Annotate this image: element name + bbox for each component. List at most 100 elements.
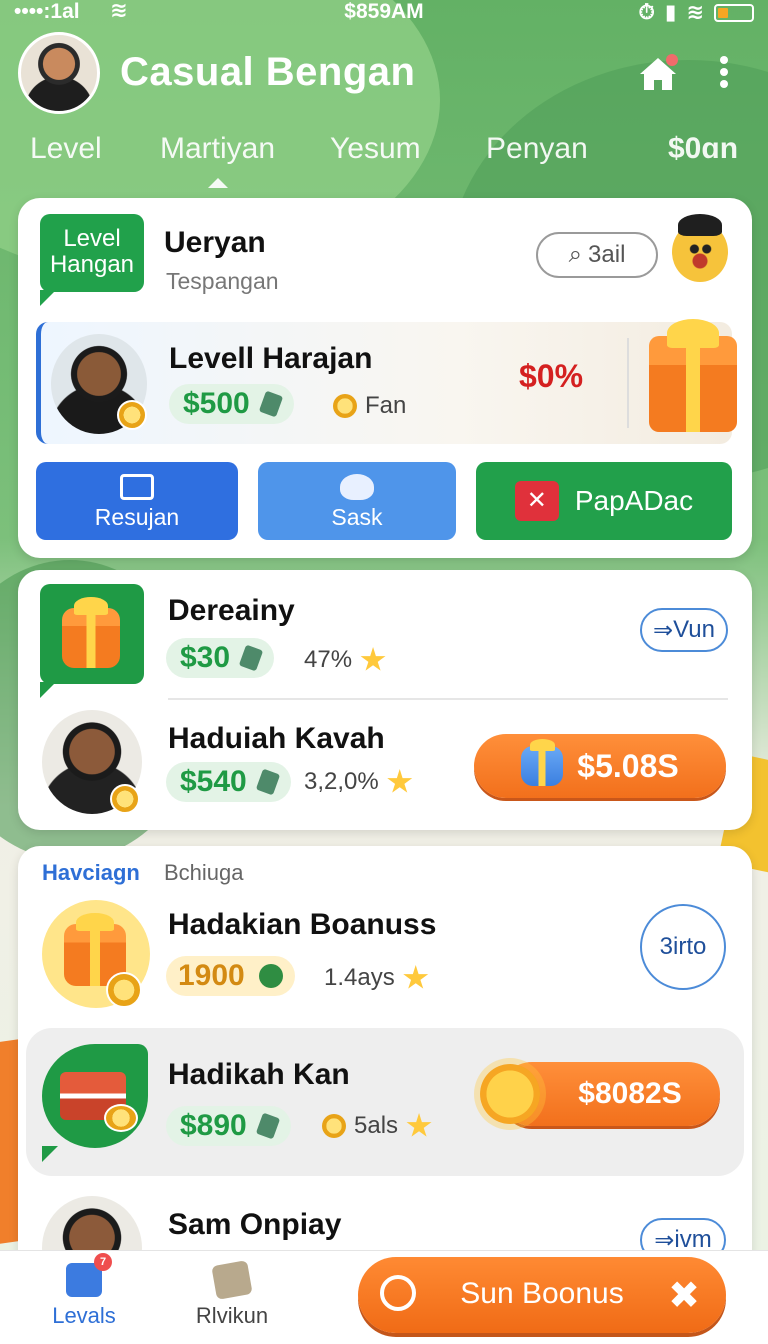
coin-icon: [106, 972, 142, 1008]
coin-icon: [333, 394, 357, 418]
reward-action-button[interactable]: ⇒ Vun: [640, 608, 728, 652]
reward-amount-pill: $30: [166, 638, 275, 678]
tab-balance[interactable]: $0ɑn: [668, 132, 738, 166]
profile-card: Level Hangan Ueryan Tespangan ⌕ 3ail Lev…: [18, 198, 752, 558]
cash-icon: [238, 644, 264, 672]
nav-levals-label: Levals: [52, 1303, 116, 1328]
battery-icon: [714, 3, 754, 22]
tab-penyan[interactable]: Penyan: [486, 132, 588, 166]
cash-icon: [258, 390, 283, 418]
profile-pill-button[interactable]: ⌕ 3ail: [536, 232, 658, 278]
profile-name: Ueryan: [164, 226, 266, 259]
tab-yesum[interactable]: Yesum: [330, 132, 421, 166]
list-item-highlighted[interactable]: Hadikah Kan $890 5als $8082S: [26, 1028, 744, 1176]
bonus-stat: 5als: [322, 1112, 432, 1140]
tab-bar: Level Martiyan Yesum Penyan $0ɑn: [0, 132, 768, 188]
bottom-nav: 7 Levals Rlvikun Sun Boonus ✖: [0, 1250, 768, 1344]
bonus-amount-pill: 1900: [166, 956, 295, 996]
cloud-icon: [340, 474, 374, 500]
bonus-title: Sam Onpiay: [168, 1208, 342, 1241]
sask-button[interactable]: Sask: [258, 462, 456, 540]
home-icon[interactable]: [636, 52, 680, 96]
resujan-button[interactable]: Resujan: [36, 462, 238, 540]
star-icon: [406, 1113, 432, 1137]
signal-bars-icon: ▮: [664, 1, 677, 24]
list-item[interactable]: Haduiah Kavah $540 3,2,0% $5.08S: [18, 700, 752, 828]
resujan-label: Resujan: [94, 504, 180, 530]
profile-pill-label: 3ail: [588, 241, 626, 268]
close-icon: ✕: [514, 481, 559, 521]
gift-icon: [62, 597, 120, 668]
bonus-stat-label: 5als: [354, 1112, 399, 1139]
star-icon: [360, 647, 386, 671]
star-icon: [403, 965, 429, 989]
levels-icon: 7: [66, 1253, 112, 1297]
coin-icon: [322, 1114, 346, 1138]
bonus-amount: $890: [180, 1109, 247, 1142]
bonus-title: Hadikah Kan: [168, 1058, 350, 1091]
action-buttons: Resujan Sask ✕ PapADac: [36, 462, 732, 542]
mascot-icon: [672, 214, 728, 282]
reward-action-label: Vun: [673, 616, 715, 643]
sask-label: Sask: [331, 504, 383, 530]
list-item[interactable]: Dereainy $30 47% ⇒ Vun: [18, 570, 752, 698]
section-heading-secondary[interactable]: Bchiuga: [164, 860, 244, 886]
app-title: Casual Bengan: [120, 50, 416, 94]
featured-reward[interactable]: Levell Harajan $500 Fan $0%: [36, 318, 737, 444]
profile-subtitle: Tespangan: [166, 268, 279, 294]
close-icon[interactable]: ✖: [668, 1273, 700, 1318]
reward-amount-pill: $540: [166, 762, 291, 802]
gift-icon: [649, 318, 737, 432]
cash-icon: [255, 1112, 280, 1140]
sun-bonus-button[interactable]: Sun Boonus ✖: [358, 1257, 726, 1333]
featured-stat-label: Fan: [365, 392, 407, 419]
coin-icon: [104, 1104, 138, 1132]
nav-levals[interactable]: 7 Levals: [24, 1253, 144, 1329]
reward-stat: 3,2,0%: [304, 768, 413, 796]
bonus-claim-label: $8082S: [578, 1077, 682, 1110]
featured-title: Levell Harajan: [169, 342, 373, 375]
level-badge: Level Hangan: [40, 214, 144, 306]
rewards-card: Dereainy $30 47% ⇒ Vun Haduiah Kavah $540…: [18, 570, 752, 830]
reward-title: Dereainy: [168, 594, 295, 627]
gift-icon: [521, 738, 564, 786]
reward-stat-label: 3,2,0%: [304, 768, 379, 795]
reward-amount: $540: [180, 765, 247, 798]
book-thumbnail: [42, 1044, 148, 1162]
featured-stat: Fan: [333, 392, 406, 420]
notification-badge: 7: [94, 1253, 112, 1271]
tab-martiyan[interactable]: Martiyan: [160, 132, 275, 188]
alarm-icon: ⏱: [638, 0, 655, 24]
more-options-icon[interactable]: [712, 52, 736, 96]
list-item[interactable]: Hadakian Boanuss 1900 1.4ays 3irto: [18, 892, 752, 1022]
bonus-stat-label: 1.4ays: [324, 964, 395, 991]
featured-percent: $0%: [519, 358, 584, 394]
status-bar: ••••:1al ≋ $859AM ⏱ ▮ ≋: [0, 0, 768, 28]
reward-stat-label: 47%: [304, 646, 353, 673]
bonus-amount: 1900: [178, 959, 245, 992]
claim-button[interactable]: $5.08S: [474, 734, 726, 798]
bonus-stat: 1.4ays: [324, 964, 429, 992]
reward-amount: $30: [180, 641, 231, 674]
nav-rlvikun[interactable]: Rlvikun: [172, 1260, 292, 1329]
cash-icon: [255, 768, 280, 796]
arrow-icon: ⇒: [653, 616, 674, 644]
featured-amount-pill: $500: [169, 384, 294, 424]
search-icon: ⌕: [568, 241, 583, 268]
cash-icon: [258, 964, 283, 988]
section-heading[interactable]: Havciagn: [42, 860, 140, 886]
wifi-icon: ≋: [686, 1, 704, 24]
star-icon: [387, 769, 413, 793]
papadac-button[interactable]: ✕ PapADac: [476, 462, 732, 540]
app-header: Casual Bengan: [0, 30, 768, 120]
user-avatar[interactable]: [18, 32, 100, 114]
bonus-card: Havciagn Bchiuga Hadakian Boanuss 1900 1…: [18, 846, 752, 1300]
divider: [627, 338, 629, 428]
sun-icon: [480, 1064, 540, 1124]
bonus-amount-pill: $890: [166, 1106, 291, 1146]
tab-level[interactable]: Level: [30, 132, 102, 166]
claim-label: $5.08S: [577, 747, 679, 784]
coin-icon: [110, 784, 140, 814]
bonus-title: Hadakian Boanuss: [168, 908, 437, 941]
bonus-action-button[interactable]: 3irto: [640, 904, 726, 990]
